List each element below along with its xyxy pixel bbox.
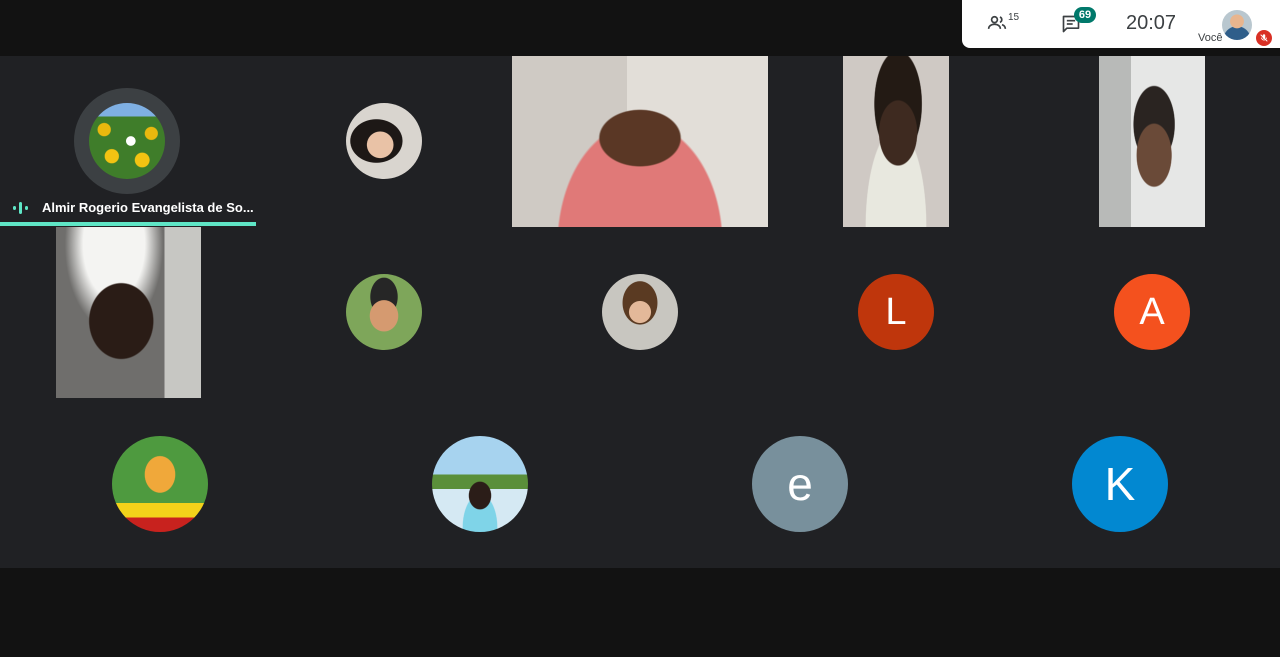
participant-avatar[interactable]	[346, 103, 422, 179]
meeting-info-panel: 15 69 20:07 Você	[962, 0, 1280, 48]
mic-off-icon	[1256, 30, 1272, 46]
speaker-name-bar: Almir Rogerio Evangelista de So...	[0, 196, 256, 220]
speaker-name: Almir Rogerio Evangelista de So...	[42, 200, 254, 215]
participant-video-tile[interactable]	[1099, 56, 1205, 227]
speaker-avatar[interactable]	[89, 103, 165, 179]
participant-initial-avatar-k[interactable]: K	[1072, 436, 1168, 532]
participant-avatar[interactable]	[112, 436, 208, 532]
participant-avatar[interactable]	[602, 274, 678, 350]
participant-video-tile[interactable]	[512, 56, 768, 227]
chat-button[interactable]: 69	[1060, 7, 1104, 38]
people-icon	[987, 15, 1007, 29]
self-view[interactable]: Você	[1198, 8, 1276, 48]
audio-level-icon	[13, 202, 28, 214]
active-speaker-indicator	[0, 222, 256, 226]
self-avatar	[1222, 10, 1252, 40]
participant-initial-avatar-l[interactable]: L	[858, 274, 934, 350]
participant-video-tile[interactable]	[56, 227, 201, 398]
participant-video-tile[interactable]	[843, 56, 949, 227]
participants-grid: Almir Rogerio Evangelista de So... L A e…	[0, 56, 1280, 568]
participants-count: 15	[1008, 12, 1020, 23]
participant-avatar[interactable]	[432, 436, 528, 532]
chat-unread-badge: 69	[1074, 7, 1096, 23]
participants-button[interactable]: 15	[986, 12, 1026, 36]
participant-initial-avatar-a[interactable]: A	[1114, 274, 1190, 350]
participant-avatar[interactable]	[346, 274, 422, 350]
bottom-bar	[0, 568, 1280, 657]
self-label: Você	[1198, 32, 1223, 44]
participant-initial-avatar-e[interactable]: e	[752, 436, 848, 532]
meeting-clock: 20:07	[1126, 12, 1177, 34]
